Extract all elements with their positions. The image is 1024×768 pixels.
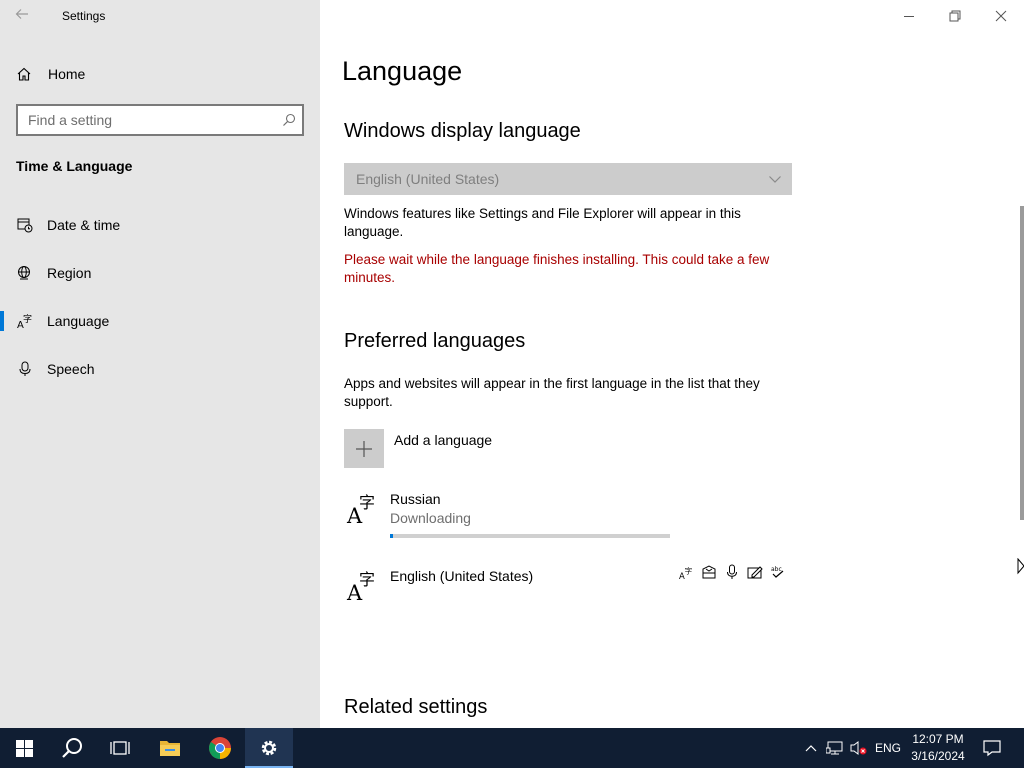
- close-icon: [995, 10, 1007, 22]
- svg-text:字: 字: [684, 565, 692, 575]
- action-center-button[interactable]: [976, 728, 1008, 768]
- download-progress-bar: [390, 534, 670, 538]
- minimize-icon: [904, 16, 914, 17]
- notification-icon: [983, 740, 1001, 757]
- download-progress-fill: [390, 534, 393, 538]
- add-language-button[interactable]: Add a language: [344, 429, 492, 468]
- svg-text:字: 字: [359, 493, 375, 512]
- sidebar: Settings Home Time & Language Date & tim…: [0, 0, 320, 728]
- svg-text:字: 字: [359, 570, 375, 589]
- chevron-up-icon: [805, 745, 817, 752]
- speech-recognition-icon: [701, 564, 717, 580]
- language-name: English (United States): [390, 568, 534, 584]
- chrome-button[interactable]: [196, 728, 244, 768]
- folder-icon: [160, 741, 180, 756]
- clock-date: 3/16/2024: [911, 749, 965, 763]
- close-button[interactable]: [978, 0, 1024, 32]
- microphone-icon: [16, 361, 34, 377]
- taskbar: ENG 12:07 PM 3/16/2024: [0, 728, 1024, 768]
- language-feature-icons: A字 abc: [678, 564, 786, 580]
- nav-home[interactable]: Home: [16, 62, 296, 86]
- plus-icon: [344, 429, 384, 468]
- handwriting-icon: [747, 564, 763, 580]
- home-icon: [16, 66, 34, 82]
- dropdown-value: English (United States): [356, 171, 500, 187]
- language-status: Downloading: [390, 510, 471, 526]
- restore-button[interactable]: [932, 0, 978, 32]
- sidebar-item-label: Date & time: [47, 217, 121, 233]
- sidebar-item-label: Region: [47, 265, 92, 281]
- gear-icon: [261, 740, 277, 756]
- search-box[interactable]: [16, 104, 304, 136]
- install-warning: Please wait while the language finishes …: [344, 252, 770, 285]
- display-language-dropdown[interactable]: English (United States): [344, 163, 792, 195]
- spellcheck-icon: abc: [770, 564, 786, 580]
- back-button[interactable]: [14, 6, 34, 26]
- app-title: Settings: [62, 9, 106, 23]
- main-content: Language Windows display language Englis…: [320, 0, 1024, 728]
- add-language-label: Add a language: [394, 432, 493, 448]
- network-button[interactable]: [824, 728, 846, 768]
- calendar-clock-icon: [16, 217, 34, 233]
- settings-taskbar-button[interactable]: [245, 728, 293, 768]
- minimize-button[interactable]: [886, 0, 932, 32]
- language-glyph-icon: A字: [346, 570, 375, 604]
- related-settings-heading: Related settings: [344, 696, 488, 718]
- scrollbar[interactable]: [1020, 206, 1024, 520]
- search-button[interactable]: [48, 728, 96, 768]
- chrome-icon: [209, 737, 231, 759]
- display-language-icon: A字: [678, 564, 694, 580]
- preferred-languages-description: Apps and websites will appear in the fir…: [344, 376, 760, 409]
- display-language-description: Windows features like Settings and File …: [344, 206, 741, 239]
- task-view-icon: [110, 741, 130, 755]
- task-view-button[interactable]: [96, 728, 144, 768]
- volume-button[interactable]: [848, 728, 870, 768]
- display-language-heading: Windows display language: [344, 120, 581, 142]
- back-arrow-icon: [15, 9, 28, 19]
- language-glyph-icon: A字: [346, 493, 375, 527]
- language-icon: A字: [16, 313, 34, 329]
- sidebar-item-label: Language: [47, 313, 110, 329]
- clock-time: 12:07 PM: [912, 732, 964, 746]
- sidebar-item-date-time[interactable]: Date & time: [0, 205, 320, 245]
- section-title: Time & Language: [16, 158, 133, 174]
- page-title: Language: [342, 56, 463, 86]
- file-explorer-button[interactable]: [146, 728, 194, 768]
- search-icon[interactable]: [276, 113, 302, 127]
- clock[interactable]: 12:07 PM 3/16/2024: [908, 731, 968, 765]
- windows-logo-icon: [15, 739, 33, 757]
- globe-icon: [16, 265, 34, 281]
- volume-muted-icon: [850, 741, 867, 755]
- svg-text:abc: abc: [771, 566, 782, 573]
- sidebar-item-region[interactable]: Region: [0, 253, 320, 293]
- mouse-cursor-icon: [1017, 558, 1024, 575]
- svg-text:字: 字: [23, 313, 32, 325]
- input-language-button[interactable]: ENG: [872, 728, 904, 768]
- start-button[interactable]: [0, 728, 48, 768]
- nav-home-label: Home: [48, 66, 86, 82]
- microphone-icon: [724, 564, 740, 580]
- network-icon: [826, 741, 843, 755]
- sidebar-item-label: Speech: [47, 361, 95, 377]
- search-input[interactable]: [18, 106, 276, 134]
- sidebar-item-speech[interactable]: Speech: [0, 349, 320, 389]
- language-name: Russian: [390, 491, 441, 507]
- search-icon: [62, 738, 82, 758]
- sidebar-item-language[interactable]: A字 Language: [0, 301, 320, 341]
- chevron-down-icon: [768, 171, 782, 187]
- preferred-languages-heading: Preferred languages: [344, 330, 526, 352]
- restore-icon: [949, 10, 961, 22]
- show-hidden-icons-button[interactable]: [802, 728, 820, 768]
